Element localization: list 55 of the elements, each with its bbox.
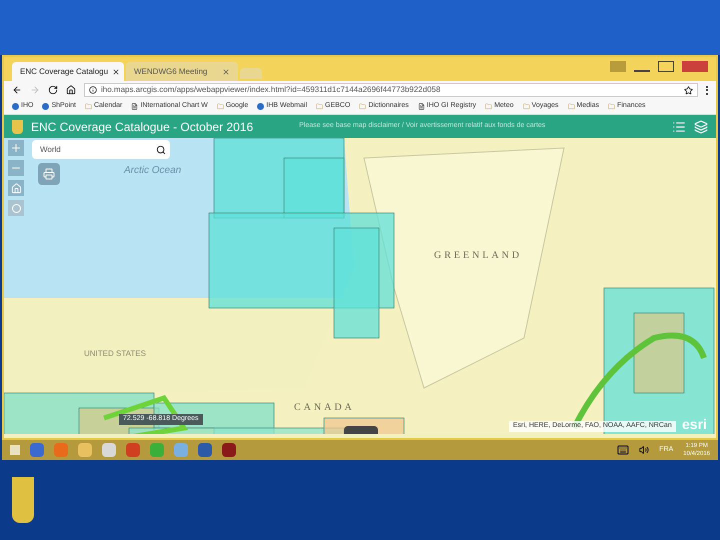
folder-icon [608,103,616,110]
address-field[interactable]: iho.maps.arcgis.com/apps/webappviewer/index.html?id=459311d1c7144a2696f44773b922d058 [84,83,698,97]
layers-icon[interactable] [694,120,708,134]
panel-toggle-button[interactable] [344,426,378,434]
folder-icon [485,103,492,110]
app-title: ENC Coverage Catalogue - October 2016 [31,118,254,136]
search-icon[interactable] [156,144,166,154]
site-icon [257,103,264,110]
home-icon [10,182,22,194]
esri-logo: esri [682,415,707,434]
print-button[interactable] [38,163,60,185]
home-icon[interactable] [66,85,76,95]
page-icon [131,103,138,110]
target-icon [12,204,20,212]
folder-icon [522,103,530,110]
zoom-in-button[interactable] [8,140,24,156]
search-field[interactable]: World [32,140,170,159]
crest-icon [12,120,23,134]
folder-icon [359,103,366,110]
printer-icon [43,168,55,180]
app-icon[interactable] [78,443,92,457]
app-icon[interactable] [30,443,44,457]
reload-icon[interactable] [48,85,58,95]
site-icon [12,103,19,110]
info-icon [89,86,97,94]
crest-logo-icon [12,477,34,523]
start-icon[interactable] [10,445,20,455]
forward-icon[interactable] [30,85,40,95]
locate-button[interactable] [8,200,24,216]
back-icon[interactable] [12,85,22,95]
zoom-out-button[interactable] [8,160,24,176]
app-icon[interactable] [198,443,212,457]
star-icon[interactable] [684,86,693,94]
folder-icon [84,103,92,110]
plus-icon [10,142,22,154]
folder-icon [568,103,575,110]
keyboard-icon[interactable] [617,444,630,456]
map-place-label: CANADA [294,401,355,415]
map-place-label: Arctic Ocean [124,164,182,178]
folder-icon [316,103,324,110]
map-place-label: GREENLAND [434,249,522,263]
app-icon[interactable] [102,443,116,457]
maximize-button[interactable] [658,61,674,72]
browser-tab[interactable]: ENC Coverage Catalogu [12,62,124,81]
app-icon[interactable] [126,443,140,457]
page-icon [418,103,425,110]
folder-icon [216,103,224,110]
map-place-label: UNITED STATES [84,348,146,360]
site-icon [42,103,50,110]
close-icon[interactable] [112,68,120,76]
legend-icon[interactable] [672,120,686,134]
browser-tab[interactable]: WENDWG6 Meeting [126,62,238,81]
volume-icon[interactable] [639,445,650,455]
app-icon[interactable] [222,443,236,457]
home-button[interactable] [8,180,24,196]
